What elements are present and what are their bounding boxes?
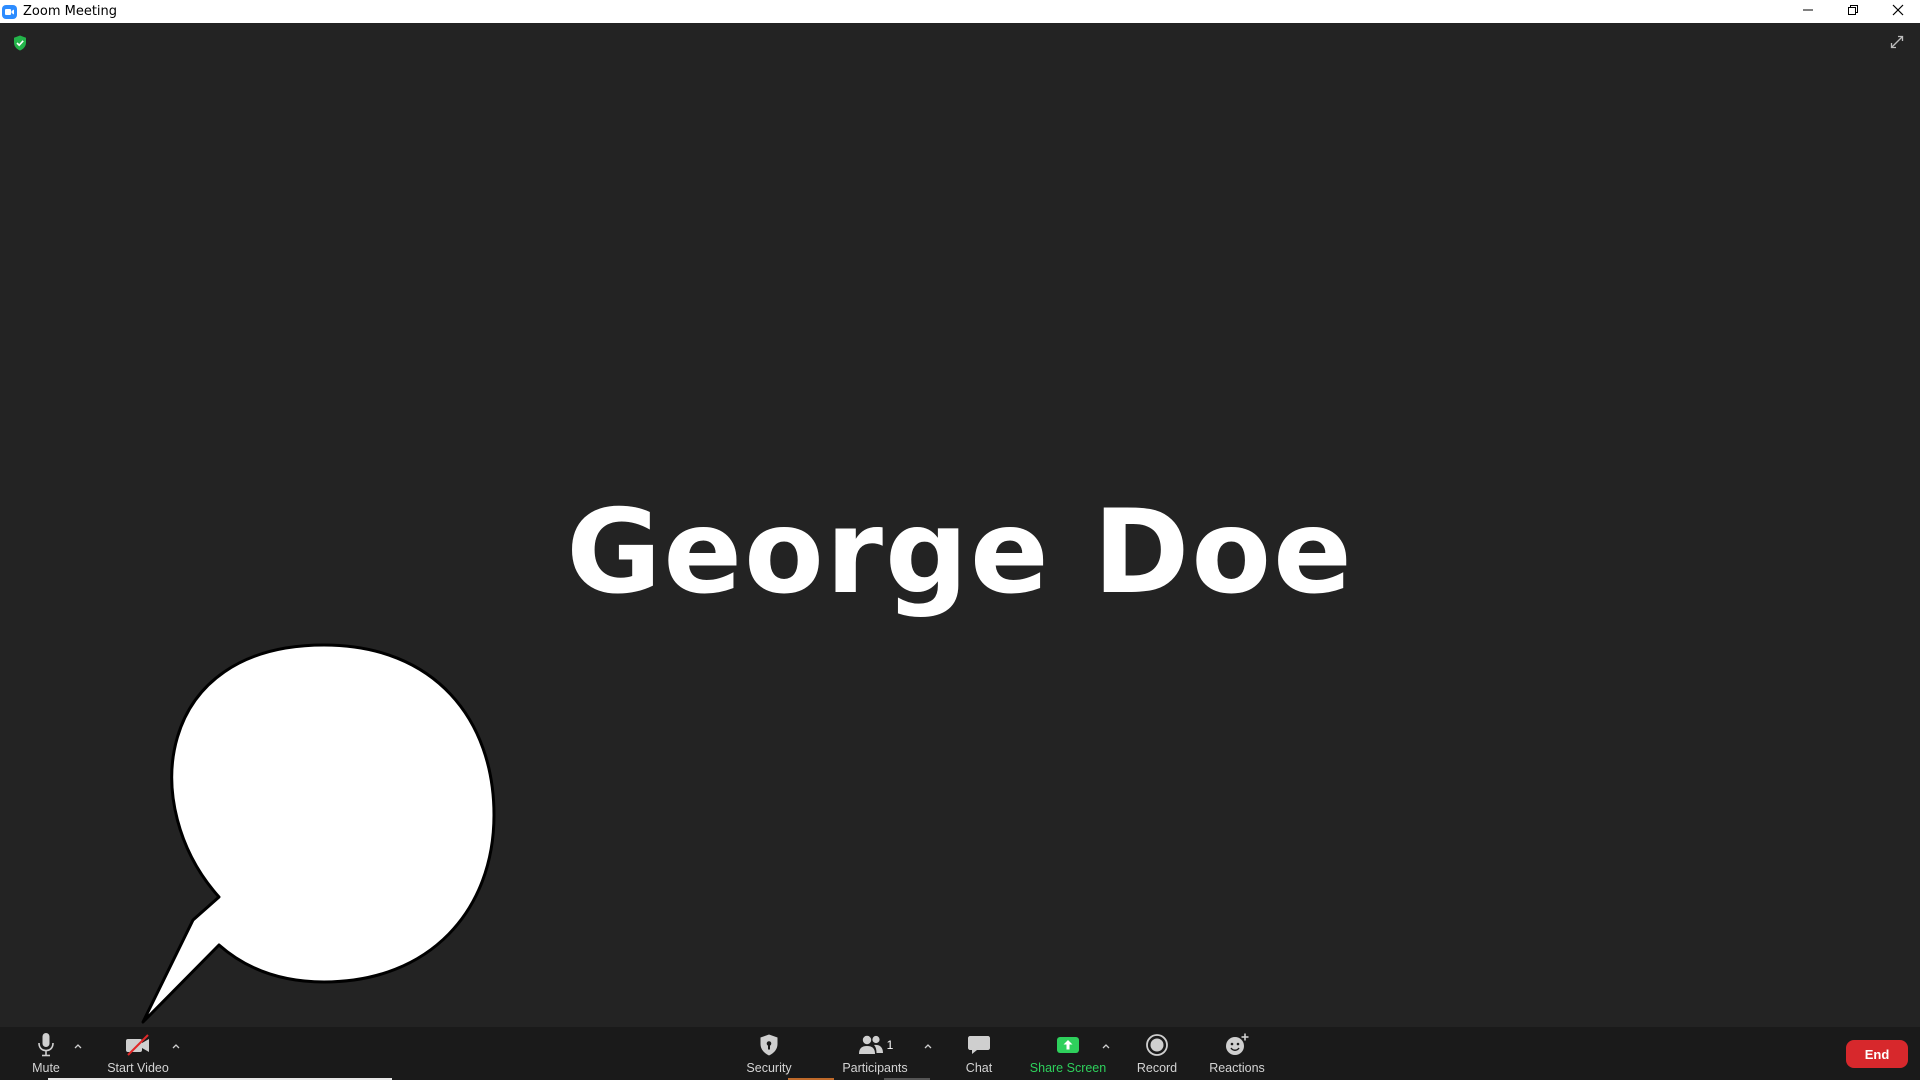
participants-icon-row: 1 xyxy=(857,1031,894,1059)
video-off-icon xyxy=(124,1031,152,1059)
mute-label: Mute xyxy=(32,1061,60,1075)
end-meeting-button[interactable]: End xyxy=(1846,1040,1908,1068)
minimize-icon xyxy=(1802,9,1813,11)
chat-button[interactable]: Chat xyxy=(958,1031,1000,1077)
audio-options-caret[interactable] xyxy=(72,1041,84,1051)
participants-options-caret[interactable] xyxy=(922,1041,934,1051)
share-screen-label: Share Screen xyxy=(1029,1061,1107,1075)
meeting-video-area: George Doe xyxy=(0,23,1920,1027)
meeting-toolbar: Mute Start Video Security 1 Participants… xyxy=(0,1027,1920,1080)
chevron-up-icon xyxy=(924,1044,932,1049)
participants-count: 1 xyxy=(886,1038,894,1052)
zoom-app-icon xyxy=(2,4,18,20)
mute-button[interactable]: Mute xyxy=(22,1031,70,1077)
share-options-caret[interactable] xyxy=(1100,1041,1112,1051)
restore-icon xyxy=(1847,5,1858,15)
minimize-button[interactable] xyxy=(1785,0,1830,20)
chevron-up-icon xyxy=(172,1044,180,1049)
microphone-icon xyxy=(36,1031,56,1059)
record-icon xyxy=(1145,1031,1169,1059)
record-label: Record xyxy=(1136,1061,1178,1075)
start-video-label: Start Video xyxy=(107,1061,169,1075)
security-label: Security xyxy=(746,1061,792,1075)
security-shield-icon xyxy=(758,1031,780,1059)
chat-icon xyxy=(967,1031,991,1059)
chevron-up-icon xyxy=(74,1044,82,1049)
participants-label: Participants xyxy=(842,1061,908,1075)
fullscreen-icon[interactable] xyxy=(1890,35,1904,54)
security-button[interactable]: Security xyxy=(744,1031,794,1077)
encryption-shield-icon[interactable] xyxy=(13,35,27,56)
title-bar: Zoom Meeting xyxy=(0,0,1920,23)
close-icon xyxy=(1892,4,1903,16)
participants-button[interactable]: 1 Participants xyxy=(842,1031,908,1077)
participants-icon xyxy=(858,1035,883,1054)
restore-button[interactable] xyxy=(1830,0,1875,20)
record-button[interactable]: Record xyxy=(1134,1031,1180,1077)
start-video-button[interactable]: Start Video xyxy=(104,1031,172,1077)
video-options-caret[interactable] xyxy=(170,1041,182,1051)
reactions-label: Reactions xyxy=(1209,1061,1265,1075)
reactions-icon xyxy=(1224,1031,1250,1059)
participant-name: George Doe xyxy=(566,485,1354,620)
window-title: Zoom Meeting xyxy=(23,4,118,19)
reactions-button[interactable]: Reactions xyxy=(1208,1031,1266,1077)
chat-label: Chat xyxy=(965,1061,993,1075)
chevron-up-icon xyxy=(1102,1044,1110,1049)
share-screen-icon xyxy=(1056,1031,1080,1059)
share-screen-button[interactable]: Share Screen xyxy=(1030,1031,1106,1077)
close-button[interactable] xyxy=(1875,0,1920,20)
